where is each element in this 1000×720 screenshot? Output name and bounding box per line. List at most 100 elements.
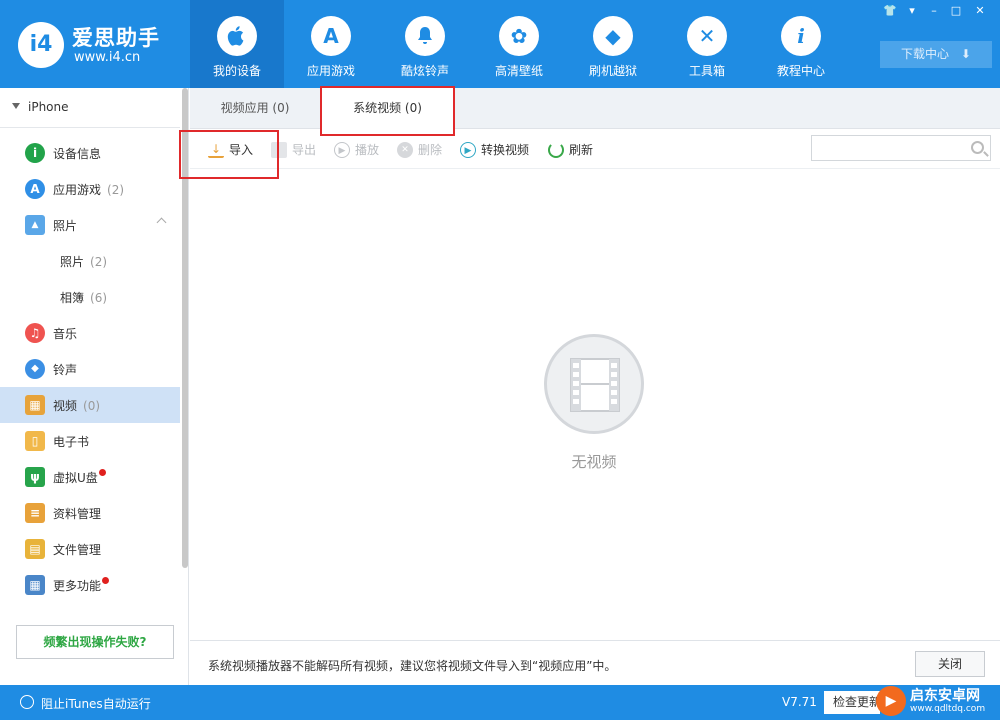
toolbar: ↓ 导入 导出 ▶ 播放 ✕ 删除 ▶ 转换视频 刷新 xyxy=(190,130,1000,169)
play-button[interactable]: ▶ 播放 xyxy=(334,141,379,159)
watermark-title: 启东安卓网 xyxy=(910,688,980,704)
refresh-button[interactable]: 刷新 xyxy=(548,141,593,159)
sidebar-item-virtual-usb[interactable]: ψ 虚拟U盘 xyxy=(0,459,180,495)
maximize-icon[interactable]: □ xyxy=(946,3,966,19)
refresh-icon xyxy=(548,141,564,158)
flower-icon: ✿ xyxy=(499,16,539,56)
nav-tutorials[interactable]: i 教程中心 xyxy=(754,0,848,88)
app-logo: i4 爱思助手 www.i4.cn xyxy=(18,20,178,68)
nav-toolbox[interactable]: ✕ 工具箱 xyxy=(660,0,754,88)
caret-down-icon xyxy=(12,103,20,109)
sidebar-item-photos[interactable]: ▲ 照片 xyxy=(0,207,180,243)
block-itunes-label[interactable]: 阻止iTunes自动运行 xyxy=(41,695,151,712)
search-input[interactable] xyxy=(811,135,991,161)
sidebar-item-label: 照片 xyxy=(60,255,85,269)
notification-dot xyxy=(102,577,110,584)
sidebar-item-label: 照片 xyxy=(53,219,78,233)
sidebar-item-ebooks[interactable]: ▯ 电子书 xyxy=(0,423,180,459)
convert-video-icon: ▶ xyxy=(460,141,476,158)
convert-video-button[interactable]: ▶ 转换视频 xyxy=(460,141,529,159)
chevron-up-icon[interactable] xyxy=(156,217,167,228)
sidebar-item-data-management[interactable]: ≡ 资料管理 xyxy=(0,495,180,531)
nav-wallpapers[interactable]: ✿ 高清壁纸 xyxy=(472,0,566,88)
minimize-icon[interactable]: – xyxy=(924,3,944,19)
refresh-label: 刷新 xyxy=(569,143,594,157)
sidebar-item-label: 视频 xyxy=(53,399,78,413)
nav-label: 酷炫铃声 xyxy=(400,64,449,78)
nav-flash-jailbreak[interactable]: ◆ 刷机越狱 xyxy=(566,0,660,88)
sidebar-item-label: 文件管理 xyxy=(53,543,102,557)
sidebar-item-label: 更多功能 xyxy=(53,579,102,593)
photo-icon: ▲ xyxy=(25,215,45,235)
nav-my-device[interactable]: 我的设备 xyxy=(190,0,284,88)
delete-icon: ✕ xyxy=(397,141,413,158)
contacts-icon: ≡ xyxy=(25,503,45,523)
watermark-logo-icon: ▶ xyxy=(876,686,906,716)
sidebar-item-video[interactable]: ▦ 视频 (0) xyxy=(0,387,180,423)
delete-button[interactable]: ✕ 删除 xyxy=(397,141,442,159)
sidebar-subitem-photos[interactable]: 照片 (2) xyxy=(0,243,180,279)
film-icon xyxy=(544,334,644,434)
grid-icon: ▦ xyxy=(25,575,45,595)
download-icon: ⬇ xyxy=(960,47,971,61)
download-center-button[interactable]: 下载中心 ⬇ xyxy=(880,41,992,68)
apple-icon xyxy=(217,16,257,56)
tools-icon: ✕ xyxy=(687,16,727,56)
close-button[interactable]: 关闭 xyxy=(915,651,985,677)
sidebar-item-count: (6) xyxy=(90,291,108,305)
top-header: i4 爱思助手 www.i4.cn 我的设备 A 应用游戏 酷炫铃声 ✿ 高清壁… xyxy=(0,0,1000,88)
nav-label: 教程中心 xyxy=(776,64,825,78)
sidebar-item-label: 资料管理 xyxy=(53,507,102,521)
bell-icon xyxy=(405,16,445,56)
play-label: 播放 xyxy=(355,143,380,157)
highlight-box xyxy=(320,86,455,136)
music-icon: ♫ xyxy=(25,323,45,343)
i4-logo-icon: i4 xyxy=(18,22,64,68)
app-url: www.i4.cn xyxy=(74,50,141,65)
sidebar-item-label: 相簿 xyxy=(60,291,85,305)
convert-video-label: 转换视频 xyxy=(481,143,530,157)
toggle-circle-icon[interactable] xyxy=(20,695,34,709)
status-bar: 阻止iTunes自动运行 V7.71 检查更新 xyxy=(0,685,1000,720)
play-icon: ▶ xyxy=(334,141,350,158)
app-title: 爱思助手 xyxy=(72,26,160,50)
nav-label: 应用游戏 xyxy=(306,64,355,78)
notification-dot xyxy=(98,469,106,476)
sidebar-item-count: (2) xyxy=(90,255,108,269)
sidebar-subitem-albums[interactable]: 相簿 (6) xyxy=(0,279,180,315)
app-store-icon: A xyxy=(311,16,351,56)
nav-label: 刷机越狱 xyxy=(588,64,637,78)
sidebar: iPhone i 设备信息 A 应用游戏 (2) ▲ 照片 照片 (2) 相簿 (6)… xyxy=(0,88,189,685)
menu-icon[interactable]: ▾ xyxy=(902,3,922,19)
sidebar-item-count: (2) xyxy=(107,183,125,197)
sidebar-item-label: 虚拟U盘 xyxy=(53,471,98,485)
delete-label: 删除 xyxy=(418,143,443,157)
search-icon[interactable] xyxy=(971,141,984,154)
close-icon[interactable]: ✕ xyxy=(970,3,990,19)
sidebar-item-file-management[interactable]: ▤ 文件管理 xyxy=(0,531,180,567)
version-label: V7.71 xyxy=(782,695,817,709)
sidebar-item-apps[interactable]: A 应用游戏 (2) xyxy=(0,171,180,207)
nav-apps-games[interactable]: A 应用游戏 xyxy=(284,0,378,88)
nav-ringtones[interactable]: 酷炫铃声 xyxy=(378,0,472,88)
watermark-url: www.qdltdq.com xyxy=(910,704,986,714)
export-label: 导出 xyxy=(292,143,317,157)
info-message: 系统视频播放器不能解码所有视频，建议您将视频文件导入到“视频应用”中。 xyxy=(208,659,617,673)
sidebar-item-label: 设备信息 xyxy=(53,147,102,161)
dropbox-icon: ◆ xyxy=(593,16,633,56)
help-button[interactable]: 频繁出现操作失败? xyxy=(16,625,174,659)
tab-video-apps[interactable]: 视频应用 (0) xyxy=(190,88,320,129)
sidebar-item-music[interactable]: ♫ 音乐 xyxy=(0,315,180,351)
sidebar-item-label: 应用游戏 xyxy=(53,183,102,197)
sidebar-item-ringtones[interactable]: ◆ 铃声 xyxy=(0,351,180,387)
skin-icon[interactable]: 👕 xyxy=(880,3,900,19)
sidebar-item-label: 音乐 xyxy=(53,327,78,341)
usb-icon: ψ xyxy=(25,467,45,487)
file-icon: ▤ xyxy=(25,539,45,559)
info-bar: 系统视频播放器不能解码所有视频，建议您将视频文件导入到“视频应用”中。 关闭 xyxy=(190,640,1000,685)
sidebar-item-device-info[interactable]: i 设备信息 xyxy=(0,135,180,171)
sidebar-item-more[interactable]: ▦ 更多功能 xyxy=(0,567,180,603)
sidebar-item-label: 电子书 xyxy=(53,435,90,449)
book-icon: ▯ xyxy=(25,431,45,451)
device-header[interactable]: iPhone xyxy=(0,88,180,128)
